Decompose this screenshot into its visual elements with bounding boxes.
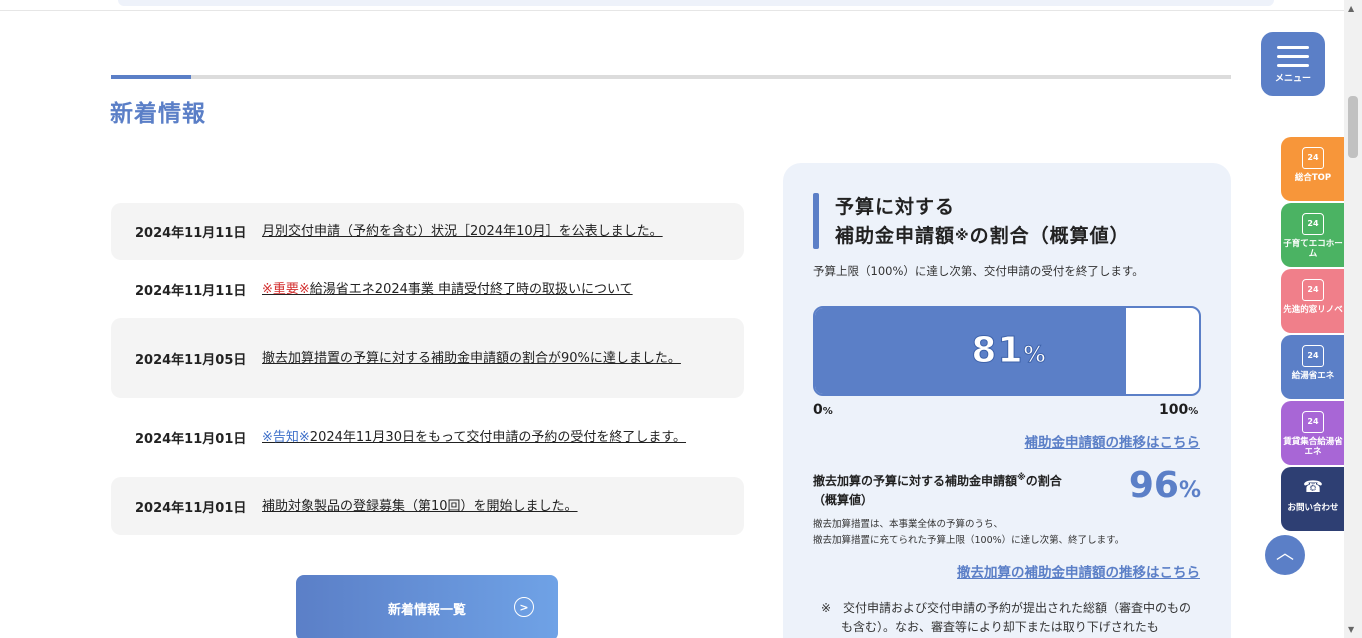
scroll-down-icon[interactable]: ▼	[1348, 625, 1354, 634]
side-tab-kosodate[interactable]: 24 子育てエコホーム	[1281, 203, 1345, 267]
scrollbar-thumb[interactable]	[1348, 96, 1358, 158]
budget-title-mark: ※	[955, 228, 970, 244]
circle-arrow-right-icon: >	[514, 597, 534, 617]
budget-progress-bar: 81%	[813, 306, 1201, 396]
top-divider	[0, 10, 1344, 11]
budget-progress-unit: %	[1023, 343, 1047, 369]
budget-title-line2: 補助金申請額	[835, 225, 956, 247]
news-item: 2024年11月11日 ※重要※給湯省エネ2024事業 申請受付終了時の取扱いに…	[111, 260, 744, 318]
phone-icon: ☎	[1303, 477, 1323, 496]
news-link[interactable]: 撤去加算措置の予算に対する補助金申請額の割合が90%に達しました。	[262, 348, 702, 369]
back-to-top-button[interactable]: ︿	[1265, 535, 1305, 575]
removal-label-mark: ※	[1017, 473, 1026, 483]
news-link[interactable]: 月別交付申請（予約を含む）状況［2024年10月］を公表しました。	[262, 221, 702, 242]
news-date: 2024年11月01日	[135, 432, 247, 447]
scale-min-unit: %	[822, 406, 833, 417]
section-rule	[111, 75, 1231, 79]
removal-label-suffix: の割合	[1025, 474, 1062, 488]
budget-history-link[interactable]: 補助金申請額の推移はこちら	[1025, 431, 1201, 451]
news-title: 月別交付申請（予約を含む）状況［2024年10月］を公表しました。	[262, 224, 663, 239]
budget-card-title: 予算に対する 補助金申請額※の割合（概算値）	[835, 193, 1130, 251]
chevron-up-icon: ︿	[1276, 543, 1294, 564]
removal-value: 96%	[1129, 465, 1201, 506]
budget-title-line1: 予算に対する	[835, 196, 956, 218]
card-title-accent	[813, 193, 819, 249]
removal-label: 撤去加算の予算に対する補助金申請額※の割合 （概算値）	[813, 469, 1113, 510]
scroll-up-icon[interactable]: ▲	[1348, 4, 1354, 13]
progress-scale-min: 0%	[813, 402, 833, 418]
side-tab-chintai[interactable]: 24 賃貸集合給湯省エネ	[1281, 401, 1345, 465]
section-title: 新着情報	[110, 101, 206, 127]
scrollbar[interactable]: ▲ ▼	[1344, 0, 1362, 638]
news-title: 2024年11月30日をもって交付申請の予約の受付を終了します。	[309, 430, 687, 445]
news-title: 補助対象製品の登録募集（第10回）を開始しました。	[262, 498, 578, 514]
removal-number: 96	[1128, 465, 1179, 506]
removal-unit: %	[1178, 478, 1201, 503]
news-link[interactable]: 補助対象製品の登録募集（第10回）を開始しました。	[262, 496, 702, 517]
removal-label-line2: （概算値）	[813, 493, 874, 507]
news-title: 給湯省エネ2024事業 申請受付終了時の取扱いについて	[309, 281, 633, 297]
news-item: 2024年11月01日 ※告知※2024年11月30日をもって交付申請の予約の受…	[111, 398, 744, 477]
news-date: 2024年11月11日	[135, 283, 247, 299]
menu-button[interactable]: メニュー	[1261, 32, 1325, 96]
menu-button-label: メニュー	[1274, 74, 1311, 84]
heart-house-24-icon: 24	[1302, 213, 1324, 235]
hamburger-icon	[1277, 46, 1309, 73]
budget-card: 予算に対する 補助金申請額※の割合（概算値） 予算上限（100%）に達し次第、交…	[783, 163, 1231, 638]
window-24-icon: 24	[1302, 279, 1324, 301]
budget-progress-number: 81	[971, 330, 1024, 372]
news-date: 2024年11月01日	[135, 500, 247, 516]
news-list-button-label: 新着情報一覧	[387, 602, 466, 618]
removal-label-text: 撤去加算の予算に対する補助金申請額	[813, 474, 1018, 488]
side-tab-contact[interactable]: ☎ お問い合わせ	[1281, 467, 1345, 531]
removal-history-link[interactable]: 撤去加算の補助金申請額の推移はこちら	[957, 561, 1200, 581]
side-tab-label: 先進的窓リノベ	[1283, 305, 1343, 315]
budget-footnote: ※ 交付申請および交付申請の予約が提出された総額（審査中のものも含む）。なお、審…	[821, 601, 1192, 634]
news-date: 2024年11月05日	[135, 352, 247, 368]
side-tab-window[interactable]: 24 先進的窓リノベ	[1281, 269, 1345, 333]
side-tab-label: 給湯省エネ	[1291, 371, 1335, 381]
scale-min-value: 0	[813, 402, 823, 418]
side-tab-label: 賃貸集合給湯省エネ	[1283, 437, 1343, 457]
removal-note-line2: 撤去加算措置に充てられた予算上限（100%）に達し次第、終了します。	[813, 535, 1125, 546]
side-tab-label: 子育てエコホーム	[1283, 239, 1343, 259]
removal-note-line1: 撤去加算措置は、本事業全体の予算のうち、	[813, 519, 1004, 530]
news-list-button[interactable]: 新着情報一覧 >	[296, 575, 558, 638]
news-item: 2024年11月05日 撤去加算措置の予算に対する補助金申請額の割合が90%に達…	[111, 318, 744, 398]
header-bar-remnant	[118, 0, 1274, 6]
side-tab-label: お問い合わせ	[1287, 503, 1339, 513]
side-tab-top[interactable]: 24 総合TOP	[1281, 137, 1345, 201]
progress-scale-max: 100%	[1159, 402, 1198, 418]
house-24-icon: 24	[1302, 147, 1324, 169]
drop-house-24-icon: 24	[1302, 345, 1324, 367]
news-date: 2024年11月11日	[135, 226, 247, 241]
news-list: 2024年11月11日 月別交付申請（予約を含む）状況［2024年10月］を公表…	[111, 203, 744, 535]
side-tab-label: 総合TOP	[1294, 173, 1332, 183]
news-prefix-important: ※重要※	[262, 281, 310, 297]
scale-max-value: 100	[1159, 402, 1189, 418]
budget-note: 予算上限（100%）に達し次第、交付申請の受付を終了します。	[813, 264, 1144, 278]
news-item: 2024年11月11日 月別交付申請（予約を含む）状況［2024年10月］を公表…	[111, 203, 744, 260]
news-prefix-notice: ※告知※	[262, 430, 310, 445]
news-link[interactable]: ※重要※給湯省エネ2024事業 申請受付終了時の取扱いについて	[262, 279, 702, 300]
side-tabs: 24 総合TOP 24 子育てエコホーム 24 先進的窓リノベ 24 給湯省エネ…	[1281, 137, 1345, 533]
scale-max-unit: %	[1188, 406, 1199, 417]
budget-title-line2-suffix: の割合（概算値）	[969, 225, 1130, 247]
removal-note: 撤去加算措置は、本事業全体の予算のうち、 撤去加算措置に充てられた予算上限（10…	[813, 517, 1124, 549]
news-item: 2024年11月01日 補助対象製品の登録募集（第10回）を開始しました。	[111, 477, 744, 535]
news-link[interactable]: ※告知※2024年11月30日をもって交付申請の予約の受付を終了します。	[262, 427, 702, 448]
news-title: 撤去加算措置の予算に対する補助金申請額の割合が90%に達しました。	[262, 350, 681, 366]
section-rule-accent	[111, 75, 191, 79]
budget-progress-value: 81%	[815, 330, 1199, 372]
building-24-icon: 24	[1302, 411, 1324, 433]
side-tab-kyuto[interactable]: 24 給湯省エネ	[1281, 335, 1345, 399]
